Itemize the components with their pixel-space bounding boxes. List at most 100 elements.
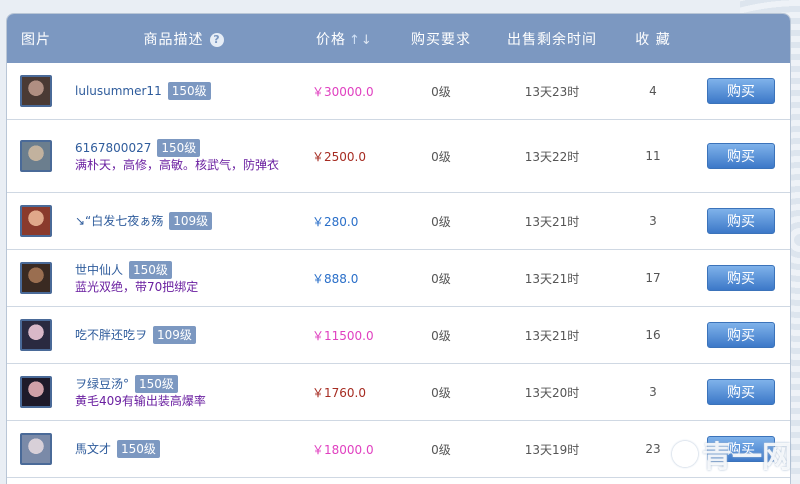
item-desc-cell: ヲ绿豆汤° 150级 黄毛409有输出装高爆率 [65, 374, 302, 410]
seller-name[interactable]: 吃不胖还吃ヲ [75, 328, 147, 342]
item-requirement: 0级 [431, 271, 451, 286]
item-price: ￥2500.0 [312, 149, 366, 164]
item-desc-cell: 世中仙人 150级 蓝光双绝，带70把绑定 [65, 260, 302, 296]
item-desc-cell: 6167800027 150级 满朴天，高修，高敏。核武气，防弹衣 [65, 138, 302, 174]
avatar-icon[interactable] [20, 376, 52, 408]
table-row: 吃不胖还吃ヲ 109级 ￥11500.0 0级 13天21时 16 购买 [7, 307, 790, 364]
header-price[interactable]: 价格 ↑↓ [302, 29, 410, 49]
buy-button[interactable]: 购买 [707, 265, 775, 291]
item-extra-desc: 黄毛409有输出装高爆率 [75, 393, 206, 408]
seller-name[interactable]: 世中仙人 [75, 263, 123, 277]
table-row: ↘“白发七夜ぁ殇 109级 ￥280.0 0级 13天21时 3 购买 [7, 193, 790, 250]
item-requirement: 0级 [431, 149, 451, 164]
buy-button[interactable]: 购买 [707, 78, 775, 104]
item-image-cell [7, 205, 65, 237]
seller-name[interactable]: ↘“白发七夜ぁ殇 [75, 214, 163, 228]
avatar-icon[interactable] [20, 140, 52, 172]
item-requirement: 0级 [431, 385, 451, 400]
item-extra-desc: 满朴天，高修，高敏。核武气，防弹衣 [75, 157, 280, 172]
help-icon[interactable]: ? [209, 32, 224, 47]
buy-button[interactable]: 购买 [707, 322, 775, 348]
sort-up-icon[interactable]: ↑ [349, 33, 361, 48]
item-time-left: 13天21时 [524, 328, 580, 343]
level-badge: 109级 [153, 326, 196, 344]
item-requirement: 0级 [431, 214, 451, 229]
header-desc-label: 商品描述 [143, 31, 204, 48]
listing-table: 图片 商品描述? 价格 ↑↓ 购买要求 出售剩余时间 收 藏 lulusummer… [6, 13, 791, 484]
watermark-logo-icon [672, 441, 698, 467]
item-favorites: 23 [645, 442, 661, 456]
site-watermark: 青一网 [672, 432, 792, 476]
item-image-cell [7, 433, 65, 465]
buy-cell: 购买 [674, 322, 790, 348]
header-desc: 商品描述? [65, 29, 302, 49]
item-favorites: 17 [645, 271, 661, 285]
avatar-icon[interactable] [20, 433, 52, 465]
buy-button[interactable]: 购买 [707, 143, 775, 169]
seller-name[interactable]: 馬文才 [75, 442, 111, 456]
buy-cell: 购买 [674, 265, 790, 291]
table-row: lulusummer11 150级 ￥30000.0 0级 13天23时 4 购买 [7, 63, 790, 120]
item-favorites: 4 [649, 84, 657, 98]
watermark-text: 青一网 [702, 440, 792, 475]
item-requirement: 0级 [431, 442, 451, 457]
level-badge: 150级 [167, 82, 211, 100]
level-badge: 109级 [169, 212, 213, 230]
buy-button[interactable]: 购买 [707, 379, 775, 405]
item-desc-cell: ↘“白发七夜ぁ殇 109级 [65, 212, 302, 230]
seller-name[interactable]: 6167800027 [75, 141, 151, 155]
buy-cell: 购买 [674, 143, 790, 169]
avatar-icon[interactable] [20, 319, 52, 351]
item-desc-cell: 吃不胖还吃ヲ 109级 [65, 326, 302, 344]
item-price: ￥1760.0 [312, 385, 366, 400]
buy-button[interactable]: 购买 [707, 208, 775, 234]
item-image-cell [7, 376, 65, 408]
item-requirement: 0级 [431, 328, 451, 343]
buy-cell: 购买 [674, 78, 790, 104]
item-desc-cell: lulusummer11 150级 [65, 82, 302, 100]
item-favorites: 3 [649, 214, 657, 228]
item-favorites: 11 [645, 149, 661, 163]
item-price: ￥888.0 [312, 271, 359, 286]
item-requirement: 0级 [431, 84, 451, 99]
item-image-cell [7, 262, 65, 294]
level-badge: 150级 [129, 260, 172, 279]
table-row: 6167800027 150级 满朴天，高修，高敏。核武气，防弹衣 ￥2500.0… [7, 120, 790, 193]
item-time-left: 13天21时 [524, 214, 580, 229]
level-badge: 150级 [157, 138, 201, 157]
header-time-left: 出售剩余时间 [507, 31, 597, 48]
buy-cell: 购买 [674, 208, 790, 234]
item-price: ￥30000.0 [312, 84, 374, 99]
header-favorites: 收 藏 [635, 31, 671, 48]
item-time-left: 13天19时 [524, 442, 580, 457]
table-header: 图片 商品描述? 价格 ↑↓ 购买要求 出售剩余时间 收 藏 [7, 14, 790, 63]
sort-down-icon[interactable]: ↓ [361, 33, 373, 48]
item-time-left: 13天20时 [524, 385, 580, 400]
level-badge: 150级 [135, 374, 178, 393]
item-extra-desc: 蓝光双绝，带70把绑定 [75, 279, 199, 294]
item-price: ￥280.0 [312, 214, 359, 229]
seller-name[interactable]: lulusummer11 [75, 84, 162, 98]
avatar-icon[interactable] [20, 262, 52, 294]
item-price: ￥11500.0 [312, 328, 374, 343]
table-body: lulusummer11 150级 ￥30000.0 0级 13天23时 4 购买… [7, 63, 790, 478]
item-image-cell [7, 140, 65, 172]
level-badge: 150级 [117, 440, 160, 458]
item-time-left: 13天22时 [524, 149, 580, 164]
header-price-label: 价格 [316, 31, 346, 48]
table-row: ヲ绿豆汤° 150级 黄毛409有输出装高爆率 ￥1760.0 0级 13天20时… [7, 364, 790, 421]
item-image-cell [7, 75, 65, 107]
item-time-left: 13天23时 [524, 84, 580, 99]
seller-name[interactable]: ヲ绿豆汤° [75, 377, 129, 391]
item-desc-cell: 馬文才 150级 [65, 440, 302, 458]
item-favorites: 3 [649, 385, 657, 399]
buy-cell: 购买 [674, 379, 790, 405]
header-requirement: 购买要求 [411, 31, 471, 48]
header-image: 图片 [21, 31, 51, 48]
avatar-icon[interactable] [20, 75, 52, 107]
item-favorites: 16 [645, 328, 661, 342]
item-time-left: 13天21时 [524, 271, 580, 286]
item-price: ￥18000.0 [312, 442, 374, 457]
avatar-icon[interactable] [20, 205, 52, 237]
item-image-cell [7, 319, 65, 351]
